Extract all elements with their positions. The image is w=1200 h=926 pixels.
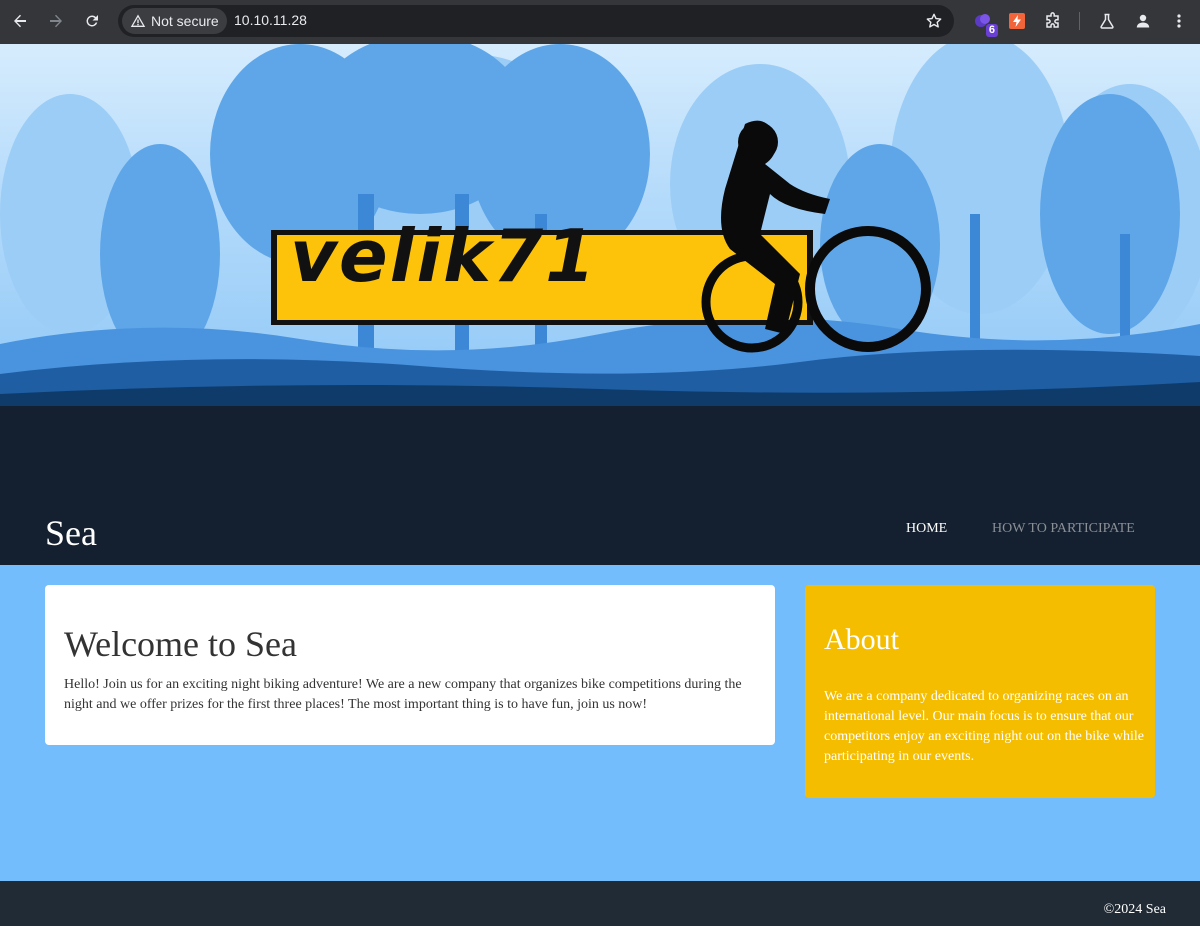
bookmark-button[interactable] [924,11,944,31]
logo-text: velik71 [290,214,598,298]
labs-button[interactable] [1096,10,1118,32]
welcome-card: Welcome to Sea Hello! Join us for an exc… [45,585,775,745]
about-heading: About [824,623,899,656]
puzzle-icon [1046,12,1059,28]
site-info-chip[interactable]: Not secure [122,8,227,34]
labs-icon [1100,13,1114,29]
browser-toolbar: Not secure 10.10.11.28 6 [0,0,1200,44]
site-header [0,420,1200,565]
welcome-text: Hello! Join us for an exciting night bik… [64,677,742,712]
about-card: About We are a company dedicated to orga… [805,585,1155,798]
lightning-icon [1009,13,1025,29]
forward-button[interactable] [43,8,69,34]
warning-icon [130,14,146,27]
about-text: We are a company dedicated to organizing… [824,689,1144,764]
site-footer: ©2024 Sea [0,881,1200,926]
forward-icon [50,14,62,28]
menu-icon [1177,14,1181,28]
welcome-heading: Welcome to Sea [64,624,298,664]
site-title[interactable]: Sea [45,512,97,554]
extensions-menu-button[interactable] [1042,10,1064,32]
profile-button[interactable] [1132,10,1154,32]
back-button[interactable] [7,8,33,34]
hero-banner: velik71 [0,44,1200,420]
nav-how-to-participate-link[interactable]: HOW TO PARTICIPATE [992,521,1135,537]
star-icon [926,13,942,28]
browser-menu-button[interactable] [1168,10,1190,32]
extension-badge: 6 [985,24,998,37]
reload-icon [86,15,98,27]
nav-home-link[interactable]: HOME [906,521,947,537]
copyright-text: ©2024 Sea [1103,902,1166,917]
address-bar[interactable]: Not secure 10.10.11.28 [118,5,954,37]
url-text[interactable]: 10.10.11.28 [234,12,307,28]
forest-illustration [0,44,1200,420]
toolbar-divider [1079,12,1080,30]
reload-button[interactable] [79,8,105,34]
security-label: Not secure [151,13,219,29]
profile-icon [1136,14,1150,28]
extension-button-2[interactable] [1006,10,1028,32]
extension-button-1[interactable]: 6 [972,10,998,37]
back-icon [14,14,26,28]
